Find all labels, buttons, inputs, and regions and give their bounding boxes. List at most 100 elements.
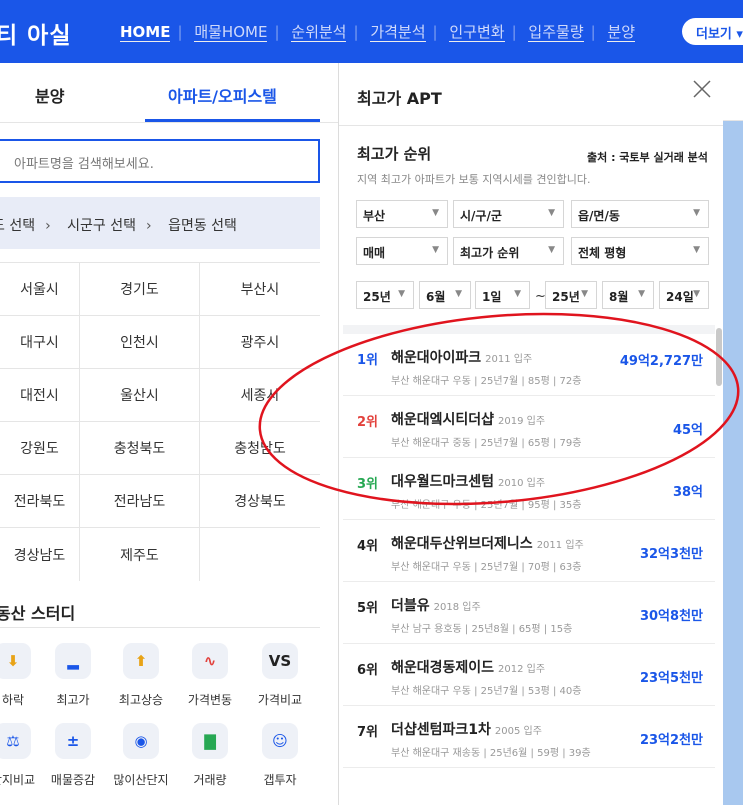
close-icon[interactable]	[691, 78, 713, 100]
region-grid: 서울시 경기도 부산시 대구시 인천시 광주시 대전시 울산시 세종시 강원도 …	[0, 262, 320, 581]
ranking-panel: 최고가 APT 최고가 순위 출처 : 국토부 실거래 분석 지역 최고가 아파…	[339, 63, 723, 805]
list-item[interactable]: 1위 해운대아이파크 2011 입주 부산 해운대구 우동 | 25년7월 | 8…	[343, 334, 715, 396]
region-row: 강원도 충청북도 충청남도	[0, 422, 320, 475]
list-scrollbar[interactable]	[716, 328, 722, 386]
sigungu-select[interactable]: 시/구/군 ▼	[453, 200, 564, 228]
list-item[interactable]: 5위 더블유 2018 입주 부산 남구 용호동 | 25년8월 | 65평 | …	[343, 582, 715, 644]
apt-name: 해운대경동제이드 2012 입주	[391, 657, 545, 677]
panel-title: 최고가 APT	[357, 89, 442, 108]
nav-listing-home[interactable]: 매물HOME	[194, 23, 268, 42]
rank-section-title: 최고가 순위	[357, 145, 432, 163]
caret-down-icon: ▼	[455, 289, 462, 299]
apt-name: 해운대두산위브더제니스 2011 입주	[391, 533, 584, 553]
study-divider	[0, 627, 320, 628]
from-year-select[interactable]: 25년 ▼	[356, 281, 414, 309]
tab-divider	[0, 122, 338, 123]
nav-home[interactable]: HOME	[120, 23, 171, 42]
tab-apartment-officetel[interactable]: 아파트/오피스텔	[168, 83, 277, 107]
build-year: 2010 입주	[498, 478, 546, 489]
tool-volume[interactable]: ▇ 거래량	[177, 723, 243, 788]
search-input[interactable]: 아파트명을 검색해보세요.	[0, 139, 320, 183]
list-item[interactable]: 6위 해운대경동제이드 2012 입주 부산 해운대구 우동 | 25년7월 | …	[343, 644, 715, 706]
region-cell[interactable]: 대구시	[0, 316, 80, 368]
rank-number: 1위	[357, 353, 379, 368]
tool-top-rise[interactable]: ⬆ 최고상승	[108, 643, 174, 708]
region-cell[interactable]: 충청북도	[80, 422, 200, 474]
step-town[interactable]: 읍면동 선택	[168, 218, 237, 234]
region-cell[interactable]: 부산시	[200, 263, 320, 315]
region-cell[interactable]: 광주시	[200, 316, 320, 368]
region-cell[interactable]: 강원도	[0, 422, 80, 474]
region-cell[interactable]: 충청남도	[200, 422, 320, 474]
region-cell[interactable]: 전라북도	[0, 475, 80, 527]
tool-price-change[interactable]: ∿ 가격변동	[177, 643, 243, 708]
map-area[interactable]	[723, 63, 743, 805]
region-cell[interactable]: 세종시	[200, 369, 320, 421]
apt-price: 49억2,727만	[619, 354, 703, 369]
more-button-label: 더보기	[696, 27, 732, 42]
ranking-list: 1위 해운대아이파크 2011 입주 부산 해운대구 우동 | 25년7월 | 8…	[343, 334, 715, 768]
apt-name-text: 더샵센텀파크1차	[391, 722, 491, 738]
tool-label: 가격변동	[187, 693, 233, 707]
nav-population[interactable]: 인구변화	[449, 23, 505, 42]
dong-value: 읍/면/동	[578, 209, 620, 223]
region-cell[interactable]: 울산시	[80, 369, 200, 421]
list-item[interactable]: 4위 해운대두산위브더제니스 2011 입주 부산 해운대구 우동 | 25년7월…	[343, 520, 715, 582]
caret-down-icon: ▼	[548, 208, 555, 218]
tool-listing-change[interactable]: ± 매물증감	[40, 723, 106, 788]
trade-type-select[interactable]: 매매 ▼	[356, 237, 448, 265]
to-day-value: 24일	[666, 290, 694, 304]
rank-number: 4위	[357, 539, 379, 554]
brand-logo[interactable]: 티 아실	[0, 16, 72, 50]
tool-highest[interactable]: ▂ 최고가	[40, 643, 106, 708]
data-source: 출처 : 국토부 실거래 분석	[587, 151, 708, 164]
from-year-value: 25년	[363, 290, 391, 304]
region-cell[interactable]: 경상북도	[200, 475, 320, 527]
to-year-select[interactable]: 25년 ▼	[545, 281, 597, 309]
tool-gap-investment[interactable]: ☺ 갭투자	[247, 723, 313, 788]
nav-price-analysis[interactable]: 가격분석	[370, 23, 426, 42]
region-cell[interactable]: 경기도	[80, 263, 200, 315]
nav-presale[interactable]: 분양	[607, 23, 636, 42]
chevron-right-icon: ›	[146, 218, 152, 234]
size-select[interactable]: 전체 평형 ▼	[571, 237, 709, 265]
tool-label: 거래량	[193, 773, 227, 787]
tool-popular-complex[interactable]: ◉ 많이산단지	[108, 723, 174, 788]
apt-price: 45억	[672, 423, 703, 438]
sido-select[interactable]: 부산 ▼	[356, 200, 448, 228]
step-province[interactable]: 도 선택	[0, 218, 35, 234]
region-row: 대구시 인천시 광주시	[0, 316, 320, 369]
region-cell[interactable]: 전라남도	[80, 475, 200, 527]
more-button[interactable]: 더보기 ▾	[682, 18, 743, 45]
apt-name: 더블유 2018 입주	[391, 595, 481, 615]
list-item[interactable]: 7위 더샵센텀파크1차 2005 입주 부산 해운대구 재송동 | 25년6월 |…	[343, 706, 715, 768]
plusminus-icon: ±	[55, 723, 91, 759]
list-item[interactable]: 3위 대우월드마크센텀 2010 입주 부산 해운대구 우동 | 25년7월 | …	[343, 458, 715, 520]
up-icon: ⬆	[123, 643, 159, 679]
build-year: 2005 입주	[494, 726, 542, 737]
sort-select[interactable]: 최고가 순위 ▼	[453, 237, 564, 265]
sort-value: 최고가 순위	[460, 246, 520, 260]
map-toolbar	[723, 63, 743, 121]
nav-rank-analysis[interactable]: 순위분석	[291, 23, 347, 42]
step-city[interactable]: 시군구 선택	[67, 218, 136, 234]
tab-presale[interactable]: 분양	[35, 83, 64, 107]
top-nav: 티 아실 HOME | 매물HOME | 순위분석 | 가격분석 | 인구변화 | 입주물…	[0, 0, 743, 63]
region-cell[interactable]: 서울시	[0, 263, 80, 315]
apt-price: 32억3천만	[639, 547, 703, 562]
region-cell[interactable]: 제주도	[80, 528, 200, 581]
from-day-select[interactable]: 1일 ▼	[475, 281, 530, 309]
to-month-select[interactable]: 8월 ▼	[602, 281, 654, 309]
nav-links: HOME | 매물HOME | 순위분석 | 가격분석 | 인구변화 | 입주물량 | 분양	[120, 23, 636, 42]
region-cell[interactable]: 경상남도	[0, 528, 80, 581]
list-item[interactable]: 2위 해운대엨시티더샵 2019 입주 부산 해운대구 중동 | 25년7월 | …	[343, 396, 715, 458]
region-cell[interactable]: 대전시	[0, 369, 80, 421]
tool-price-compare[interactable]: VS 가격비교	[247, 643, 313, 708]
dong-select[interactable]: 읍/면/동 ▼	[571, 200, 709, 228]
nav-supply[interactable]: 입주물량	[528, 23, 584, 42]
apt-price: 30억8천만	[639, 609, 703, 624]
from-month-select[interactable]: 6월 ▼	[419, 281, 471, 309]
to-day-select[interactable]: 24일 ▼	[659, 281, 709, 309]
region-cell[interactable]: 인천시	[80, 316, 200, 368]
rank-number: 6위	[357, 663, 379, 678]
